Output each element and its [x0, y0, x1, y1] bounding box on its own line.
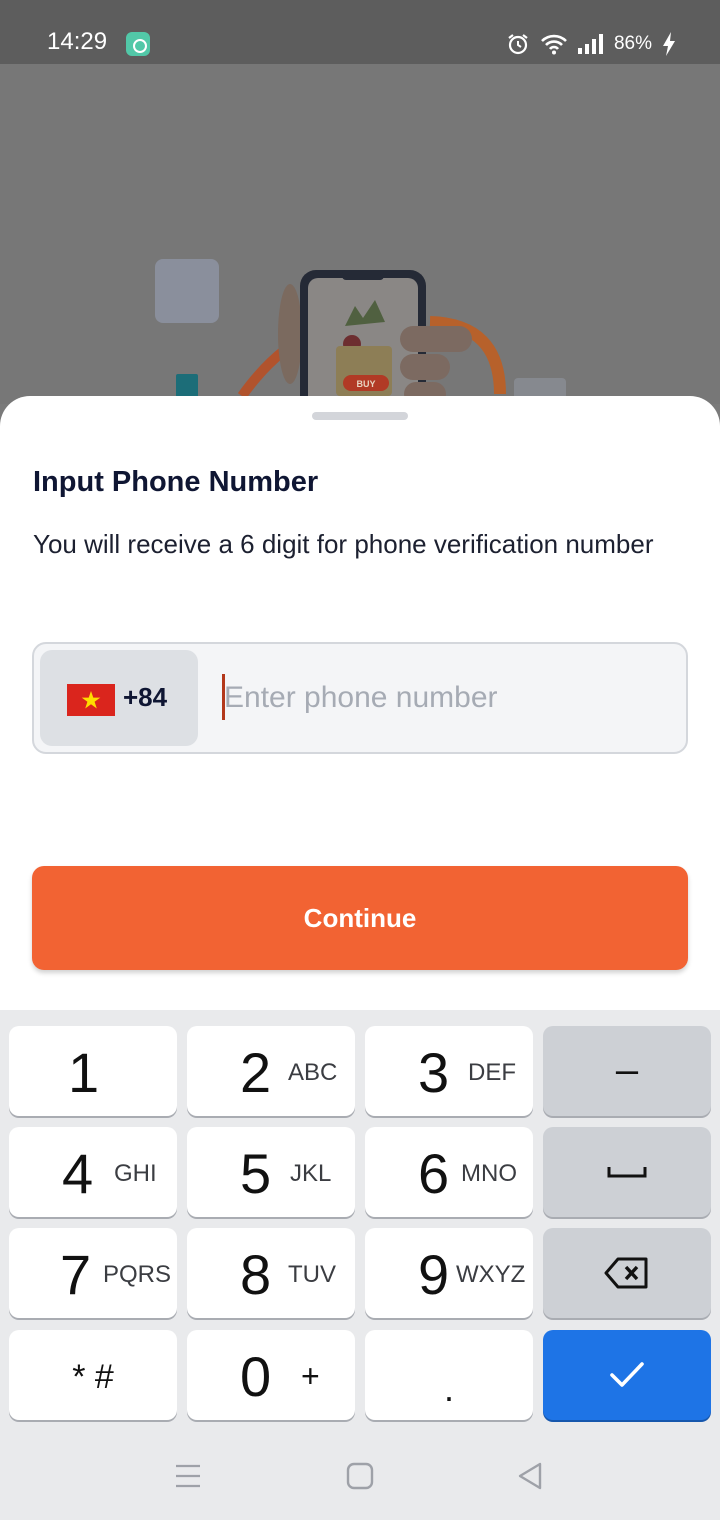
key-letters: PQRS [103, 1261, 172, 1288]
key-digit: 8 [240, 1243, 272, 1306]
key-letters: + [301, 1358, 320, 1394]
battery-charging-icon [663, 32, 675, 56]
country-code-picker[interactable]: +84 [40, 650, 198, 746]
backspace-key[interactable] [543, 1228, 711, 1318]
key-0[interactable]: 0 + [187, 1330, 355, 1420]
dot-symbol: . [443, 1368, 454, 1409]
signal-icon [577, 34, 603, 54]
done-key[interactable] [543, 1330, 711, 1420]
back-icon[interactable] [516, 1461, 544, 1491]
home-icon[interactable] [346, 1462, 374, 1490]
key-letters: JKL [290, 1160, 332, 1187]
phone-number-field: +84 [32, 642, 688, 754]
dot-key[interactable]: . [365, 1330, 533, 1420]
status-time: 14:29 [47, 28, 108, 55]
minus-key[interactable]: – [543, 1026, 711, 1116]
onboarding-illustration: BUY [0, 64, 720, 404]
key-6[interactable]: 6 MNO [365, 1127, 533, 1217]
key-digit: 1 [68, 1041, 100, 1104]
key-digit: 3 [418, 1041, 450, 1104]
star-hash-symbol: * # [72, 1358, 114, 1396]
key-digit: 2 [240, 1041, 272, 1104]
key-letters: ABC [288, 1059, 338, 1086]
key-letters: WXYZ [456, 1261, 526, 1288]
key-digit: 7 [60, 1243, 92, 1306]
key-letters: MNO [461, 1160, 517, 1187]
status-icons: 86% [506, 30, 676, 58]
app-notification-icon [126, 32, 150, 56]
key-3[interactable]: 3 DEF [365, 1026, 533, 1116]
sheet-title: Input Phone Number [33, 466, 319, 498]
key-9[interactable]: 9 WXYZ [365, 1228, 533, 1318]
key-letters: DEF [468, 1059, 516, 1086]
vietnam-flag-icon [67, 684, 115, 716]
checkmark-icon [610, 1362, 644, 1387]
key-4[interactable]: 4 GHI [9, 1127, 177, 1217]
key-digit: 6 [418, 1142, 450, 1205]
status-bar: 14:29 86% [0, 0, 720, 64]
recents-icon[interactable] [174, 1463, 202, 1489]
shopping-phone-illustration: BUY [155, 259, 566, 404]
key-5[interactable]: 5 JKL [187, 1127, 355, 1217]
key-digit: 5 [240, 1142, 272, 1205]
key-letters: GHI [114, 1160, 157, 1187]
minus-symbol: – [615, 1048, 639, 1092]
backspace-icon [604, 1257, 648, 1289]
battery-level: 86% [613, 33, 652, 54]
sheet-subtitle: You will receive a 6 digit for phone ver… [33, 529, 654, 559]
key-digit: 0 [240, 1345, 272, 1408]
space-key[interactable] [543, 1127, 711, 1217]
key-2[interactable]: 2 ABC [187, 1026, 355, 1116]
sheet-drag-handle[interactable] [312, 412, 408, 420]
key-7[interactable]: 7 PQRS [9, 1228, 177, 1318]
buy-badge: BUY [356, 379, 375, 389]
phone-number-input[interactable] [224, 672, 664, 724]
country-code: +84 [123, 682, 168, 712]
key-1[interactable]: 1 [9, 1026, 177, 1116]
alarm-icon [508, 34, 528, 55]
wifi-icon [541, 34, 567, 55]
key-digit: 9 [418, 1243, 450, 1306]
space-icon [607, 1167, 647, 1178]
key-letters: TUV [288, 1261, 336, 1288]
star-hash-key[interactable]: * # [9, 1330, 177, 1420]
phone-input-sheet: Input Phone Number You will receive a 6 … [0, 396, 720, 1010]
continue-button[interactable]: Continue [32, 866, 688, 970]
key-8[interactable]: 8 TUV [187, 1228, 355, 1318]
key-digit: 4 [62, 1142, 94, 1205]
system-navigation-bar [0, 1430, 720, 1520]
